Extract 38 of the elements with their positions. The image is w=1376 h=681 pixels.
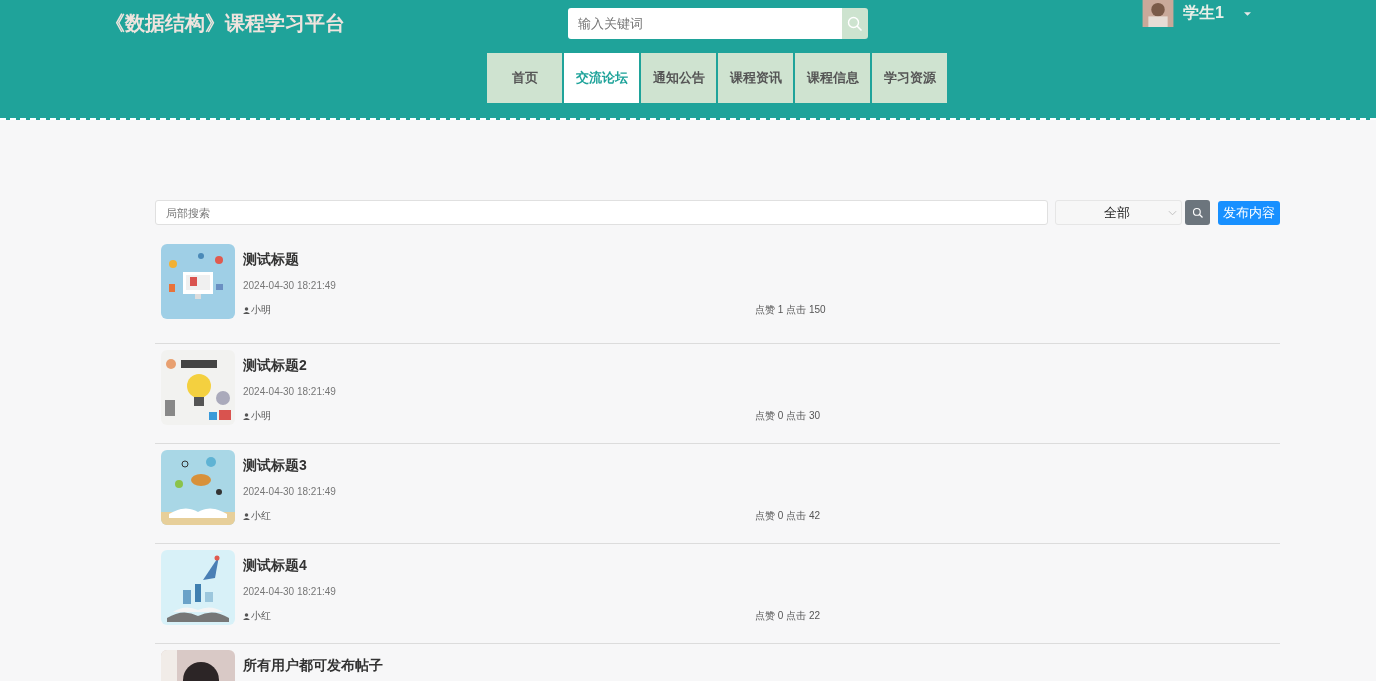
author-name: 小明 [251, 303, 271, 317]
search-button[interactable] [1185, 200, 1210, 225]
post-title[interactable]: 测试标题 [243, 251, 1280, 269]
nav-tab[interactable]: 课程信息 [795, 53, 870, 103]
author-name: 小明 [251, 409, 271, 423]
post-title[interactable]: 测试标题3 [243, 457, 1280, 475]
post-date: 2024-04-30 18:21:49 [243, 386, 337, 397]
post-title[interactable]: 测试标题2 [243, 357, 1280, 375]
post-stats: 点赞 0 点击 30 [755, 409, 821, 423]
post-date: 2024-04-30 18:21:49 [243, 486, 337, 497]
nav-tab[interactable]: 交流论坛 [564, 53, 639, 103]
post-stats: 点赞 1 点击 150 [755, 303, 826, 317]
post-stats: 点赞 0 点击 22 [755, 609, 821, 623]
nav-tab[interactable]: 学习资源 [872, 53, 947, 103]
nav-tab[interactable]: 课程资讯 [718, 53, 793, 103]
post-title[interactable]: 所有用户都可发布帖子 [243, 657, 1280, 675]
avatar[interactable] [1142, 0, 1174, 27]
nav-tab[interactable]: 首页 [487, 53, 562, 103]
post-date: 2024-04-30 18:21:49 [243, 280, 337, 291]
search-icon [1191, 206, 1204, 219]
chevron-icon [1168, 209, 1177, 216]
nav-tab[interactable]: 通知公告 [641, 53, 716, 103]
author-name: 小红 [251, 609, 271, 623]
author-name: 小红 [251, 509, 271, 523]
user-icon [243, 512, 250, 520]
site-title: 《数据结构》课程学习平台 [105, 11, 346, 36]
post-date: 2024-04-30 18:21:49 [243, 586, 337, 597]
search-icon [847, 15, 863, 32]
search-field[interactable]: 输入关键词 [568, 8, 842, 39]
post-stats: 点赞 0 点击 42 [755, 509, 821, 523]
caret-icon[interactable] [1243, 11, 1251, 16]
search-field[interactable]: 局部搜索 [155, 200, 1048, 225]
publish-button[interactable]: 发布内容 [1218, 200, 1280, 225]
user-icon [243, 412, 250, 420]
user-icon [243, 306, 250, 314]
user-icon [243, 612, 250, 620]
post-title[interactable]: 测试标题4 [243, 557, 1280, 575]
category-select[interactable]: 全部 [1055, 200, 1182, 225]
